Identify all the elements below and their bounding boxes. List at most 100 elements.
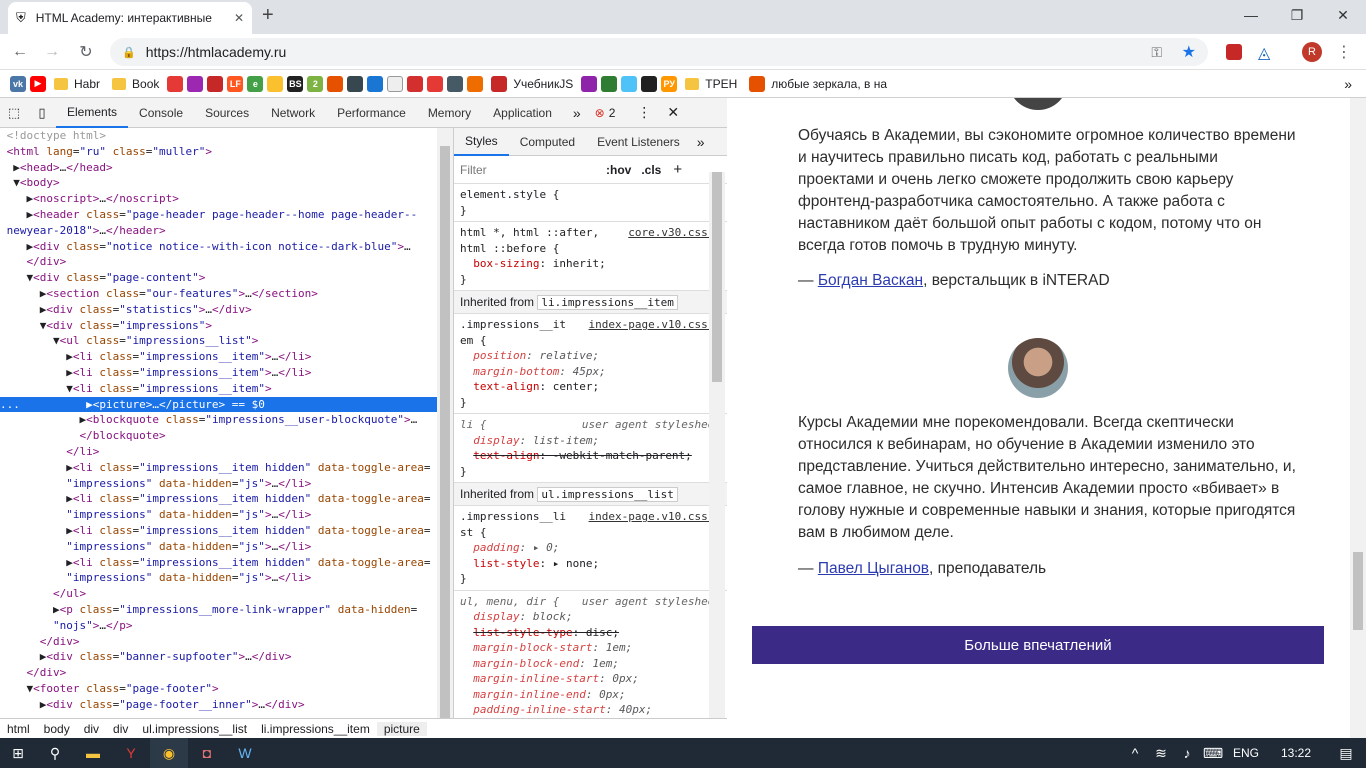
bookmark-book[interactable]: Book bbox=[108, 73, 163, 95]
vk-icon[interactable]: vk bbox=[10, 75, 26, 92]
tree-line[interactable]: </div> bbox=[0, 665, 437, 681]
bookmark-icon[interactable] bbox=[387, 75, 404, 92]
chevron-up-icon[interactable]: ^ bbox=[1122, 738, 1148, 768]
crumb-ul[interactable]: ul.impressions__list bbox=[135, 722, 254, 736]
tab-memory[interactable]: Memory bbox=[417, 98, 482, 128]
tree-line[interactable]: ▶<section class="our-features">…</sectio… bbox=[0, 286, 437, 302]
tree-line[interactable]: ▶<li class="impressions__item hidden" da… bbox=[0, 460, 437, 476]
bookmark-icon[interactable] bbox=[447, 75, 464, 92]
avatar[interactable]: R bbox=[1302, 42, 1322, 62]
bookmark-icon[interactable] bbox=[621, 75, 638, 92]
clock[interactable]: 13:22 bbox=[1266, 746, 1326, 760]
bookmark-icon[interactable] bbox=[347, 75, 364, 92]
close-tab-icon[interactable]: ✕ bbox=[234, 11, 244, 25]
tree-line[interactable]: <!doctype html> bbox=[0, 128, 437, 144]
bookmark-icon[interactable] bbox=[187, 75, 204, 92]
bookmark-icon[interactable] bbox=[367, 75, 384, 92]
tree-line[interactable]: "impressions" data-hidden="js">…</li> bbox=[0, 539, 437, 555]
ime-icon[interactable]: ⌨ bbox=[1200, 738, 1226, 768]
author-link-1[interactable]: Богдан Васкан bbox=[818, 272, 923, 289]
tree-line[interactable]: ▶<div class="notice notice--with-icon no… bbox=[0, 239, 437, 255]
device-toggle-icon[interactable]: ▯ bbox=[28, 105, 56, 121]
forward-icon[interactable]: → bbox=[42, 42, 62, 62]
styles-scrollbar[interactable] bbox=[709, 172, 725, 718]
tab-application[interactable]: Application bbox=[482, 98, 563, 128]
more-tabs-icon[interactable]: » bbox=[563, 105, 591, 121]
back-icon[interactable]: ← bbox=[10, 42, 30, 62]
scrollbar-thumb[interactable] bbox=[712, 172, 722, 382]
folder-icon[interactable]: ▬ bbox=[74, 738, 112, 768]
bookmark-icon[interactable] bbox=[267, 75, 284, 92]
page-scrollbar[interactable] bbox=[1350, 98, 1366, 738]
tree-line[interactable]: ▶<p class="impressions__more-link-wrappe… bbox=[0, 602, 437, 618]
bookmark-icon[interactable] bbox=[641, 75, 658, 92]
tab-network[interactable]: Network bbox=[260, 98, 326, 128]
elements-tree[interactable]: <!doctype html> <html lang="ru" class="m… bbox=[0, 128, 437, 718]
tree-line[interactable]: ▶<li class="impressions__item hidden" da… bbox=[0, 491, 437, 507]
devtools-menu-icon[interactable]: ⋮ bbox=[629, 104, 659, 121]
bookmark-icon[interactable] bbox=[581, 75, 598, 92]
youtube-icon[interactable]: ▶ bbox=[30, 75, 46, 92]
search-icon[interactable]: ⚲ bbox=[36, 738, 74, 768]
tree-line[interactable]: ▶<header class="page-header page-header-… bbox=[0, 207, 437, 223]
crumb-html[interactable]: html bbox=[0, 722, 37, 736]
app-icon[interactable]: ◘ bbox=[188, 738, 226, 768]
bookmark-icon[interactable]: BS bbox=[287, 75, 304, 92]
tree-line[interactable]: ▼<footer class="page-footer"> bbox=[0, 681, 437, 697]
bookmark-tren[interactable]: ТРЕН bbox=[681, 73, 741, 95]
scrollbar-thumb[interactable] bbox=[440, 146, 450, 718]
crumb-body[interactable]: body bbox=[37, 722, 77, 736]
tree-line[interactable]: ▼<ul class="impressions__list"> bbox=[0, 333, 437, 349]
tree-line[interactable]: </blockquote> bbox=[0, 428, 437, 444]
tab-styles[interactable]: Styles bbox=[454, 128, 509, 156]
minimize-button[interactable]: — bbox=[1228, 0, 1274, 30]
filter-input[interactable]: Filter bbox=[460, 163, 606, 177]
tree-line[interactable]: ▶<li class="impressions__item hidden" da… bbox=[0, 555, 437, 571]
crumb-picture[interactable]: picture bbox=[376, 721, 427, 736]
rule-ul-ua[interactable]: user agent stylesheet ul, menu, dir { dis… bbox=[454, 591, 727, 719]
notifications-icon[interactable]: ▤ bbox=[1326, 738, 1366, 768]
tree-line[interactable]: ▶<li class="impressions__item">…</li> bbox=[0, 365, 437, 381]
wifi-icon[interactable]: ≋ bbox=[1148, 738, 1174, 768]
maximize-button[interactable]: ❐ bbox=[1274, 0, 1320, 30]
windows-start-icon[interactable]: ⊞ bbox=[0, 738, 36, 768]
tree-line[interactable]: "nojs">…</p> bbox=[0, 618, 437, 634]
bookmark-uchebnikjs[interactable]: УчебникJS bbox=[487, 73, 577, 95]
extension-icon-2[interactable]: ◬ bbox=[1258, 43, 1270, 63]
tree-line[interactable]: ▶<blockquote class="impressions__user-bl… bbox=[0, 412, 437, 428]
more-tabs-icon[interactable]: » bbox=[691, 134, 711, 150]
cls-toggle[interactable]: .cls bbox=[641, 163, 661, 177]
tree-line[interactable]: ▼<body> bbox=[0, 175, 437, 191]
more-impressions-button[interactable]: Больше впечатлений bbox=[752, 626, 1324, 664]
more-bookmarks-icon[interactable]: » bbox=[1344, 76, 1352, 92]
bookmark-icon[interactable]: e bbox=[247, 75, 264, 92]
chrome-icon[interactable]: ◉ bbox=[150, 738, 188, 768]
language-indicator[interactable]: ENG bbox=[1226, 746, 1266, 760]
tree-line[interactable]: </li> bbox=[0, 444, 437, 460]
tree-line[interactable]: "impressions" data-hidden="js">…</li> bbox=[0, 476, 437, 492]
tree-line[interactable]: "impressions" data-hidden="js">…</li> bbox=[0, 507, 437, 523]
bookmark-icon[interactable] bbox=[601, 75, 618, 92]
rule-impressions-list[interactable]: index-page.v10.css:1 .impressions__li st … bbox=[454, 506, 727, 591]
tree-line[interactable]: ▶<li class="impressions__item">…</li> bbox=[0, 349, 437, 365]
tab-performance[interactable]: Performance bbox=[326, 98, 417, 128]
bookmark-icon[interactable] bbox=[407, 75, 424, 92]
tree-line[interactable]: ▶<li class="impressions__item hidden" da… bbox=[0, 523, 437, 539]
tree-line-selected[interactable]: ... ▶<picture>…</picture> == $0 bbox=[0, 396, 437, 413]
tree-line[interactable]: </div> bbox=[0, 634, 437, 650]
author-link-2[interactable]: Павел Цыганов bbox=[818, 560, 929, 577]
error-icon[interactable]: ⊗ bbox=[595, 106, 605, 120]
scrollbar-thumb[interactable] bbox=[1353, 552, 1363, 630]
bookmark-icon[interactable] bbox=[327, 75, 344, 92]
crumb-li[interactable]: li.impressions__item bbox=[254, 722, 377, 736]
bookmark-icon[interactable] bbox=[167, 75, 184, 92]
tab-elements[interactable]: Elements bbox=[56, 98, 129, 128]
tab-event-listeners[interactable]: Event Listeners bbox=[586, 128, 691, 156]
yandex-browser-icon[interactable]: Y bbox=[112, 738, 150, 768]
bookmark-icon[interactable] bbox=[207, 75, 224, 92]
bookmark-icon[interactable]: LF bbox=[227, 75, 244, 92]
tree-line[interactable]: ▶<div class="banner-supfooter">…</div> bbox=[0, 649, 437, 665]
volume-icon[interactable]: ♪ bbox=[1174, 738, 1200, 768]
hov-toggle[interactable]: :hov bbox=[606, 163, 631, 177]
bookmark-icon[interactable]: РУ bbox=[661, 75, 678, 92]
